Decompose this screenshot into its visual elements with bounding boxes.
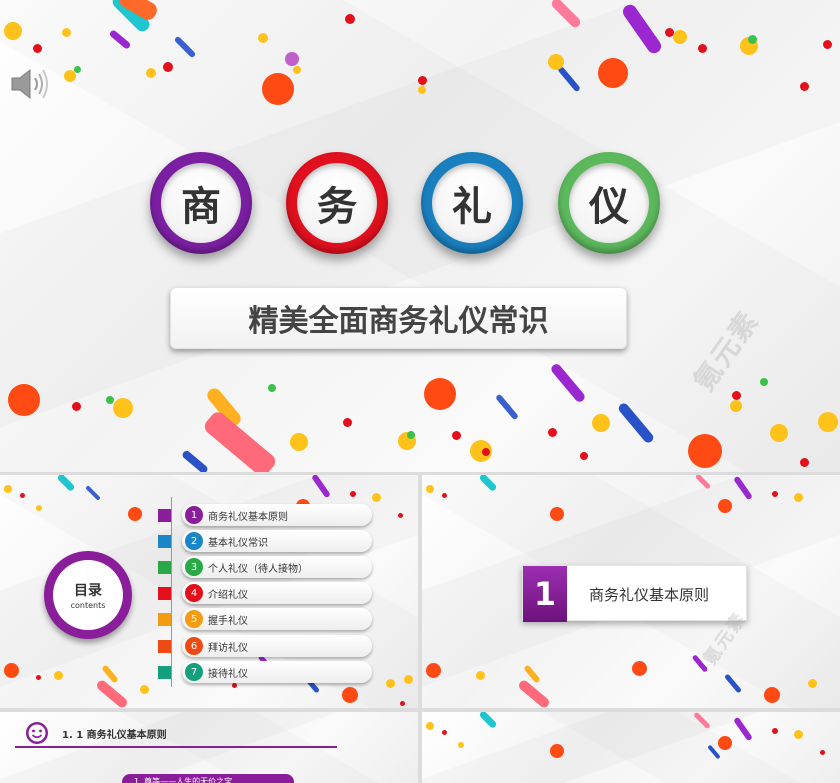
toc-item-marker — [158, 587, 171, 600]
toc-item[interactable]: 4 介绍礼仪 — [158, 582, 373, 604]
toc-item-label: 商务礼仪基本原则 — [208, 512, 288, 523]
toc-slide-thumbnail[interactable]: 目录 contents 1 商务礼仪基本原则 2 基本礼仪常识 3 个人礼仪（待… — [0, 475, 418, 708]
content-heading: 1. 1 商务礼仪基本原则 — [62, 730, 167, 741]
section-header: 1 商务礼仪基本原则 — [522, 565, 747, 622]
toc-item-number: 6 — [185, 637, 203, 655]
confetti-decoration — [422, 712, 840, 783]
toc-item-label: 接待礼仪 — [208, 669, 248, 680]
subtitle-box: 精美全面商务礼仪常识 — [170, 287, 627, 349]
title-char: 仪 — [569, 163, 649, 243]
toc-item-number: 3 — [185, 558, 203, 576]
toc-item-number: 2 — [185, 532, 203, 550]
content-slide-thumbnail[interactable]: 1. 1 商务礼仪基本原则 1. 尊等——人生的无价之宝 — [0, 712, 418, 783]
toc-item-marker — [158, 666, 171, 679]
section-number: 1 — [523, 566, 567, 622]
title-char: 礼 — [432, 163, 512, 243]
slide-thumbnail[interactable] — [422, 712, 840, 783]
toc-item[interactable]: 2 基本礼仪常识 — [158, 530, 373, 552]
speaker-icon[interactable] — [8, 66, 50, 102]
toc-item-number: 7 — [185, 663, 203, 681]
heading-divider — [15, 746, 337, 748]
toc-item-number: 1 — [185, 506, 203, 524]
toc-item[interactable]: 6 拜访礼仪 — [158, 635, 373, 657]
title-char-badge: 仪 — [558, 152, 660, 254]
toc-item[interactable]: 7 接待礼仪 — [158, 661, 373, 683]
toc-item-label: 拜访礼仪 — [208, 643, 248, 654]
watermark: 氪元素 — [686, 304, 766, 398]
title-char-badge: 务 — [286, 152, 388, 254]
toc-item[interactable]: 5 握手礼仪 — [158, 608, 373, 630]
toc-item[interactable]: 1 商务礼仪基本原则 — [158, 504, 373, 526]
toc-badge: 目录 contents — [44, 551, 132, 639]
title-char: 务 — [297, 163, 377, 243]
toc-item[interactable]: 3 个人礼仪（待人接物） — [158, 556, 373, 578]
toc-item-label: 个人礼仪（待人接物） — [208, 564, 308, 575]
content-tab: 1. 尊等——人生的无价之宝 — [122, 774, 294, 783]
toc-item-marker — [158, 613, 171, 626]
title-char-badge: 礼 — [421, 152, 523, 254]
toc-item-marker — [158, 561, 171, 574]
toc-item-marker — [158, 535, 171, 548]
section-label: 商务礼仪基本原则 — [589, 586, 710, 604]
confetti-decoration — [0, 0, 840, 472]
toc-subtitle: contents — [70, 601, 106, 610]
toc-item-number: 4 — [185, 584, 203, 602]
title-char: 商 — [161, 163, 241, 243]
toc-item-marker — [158, 509, 171, 522]
toc-item-label: 握手礼仪 — [208, 616, 248, 627]
toc-item-number: 5 — [185, 610, 203, 628]
toc-item-label: 介绍礼仪 — [208, 590, 248, 601]
section-slide-thumbnail[interactable]: 1 商务礼仪基本原则 氪元素 — [422, 475, 840, 708]
title-slide[interactable]: 商 务 礼 仪 精美全面商务礼仪常识 氪元素 — [0, 0, 840, 472]
toc-item-marker — [158, 640, 171, 653]
toc-item-label: 基本礼仪常识 — [208, 538, 268, 549]
smiley-icon — [26, 722, 48, 744]
toc-title: 目录 — [74, 583, 102, 599]
title-char-badge: 商 — [150, 152, 252, 254]
